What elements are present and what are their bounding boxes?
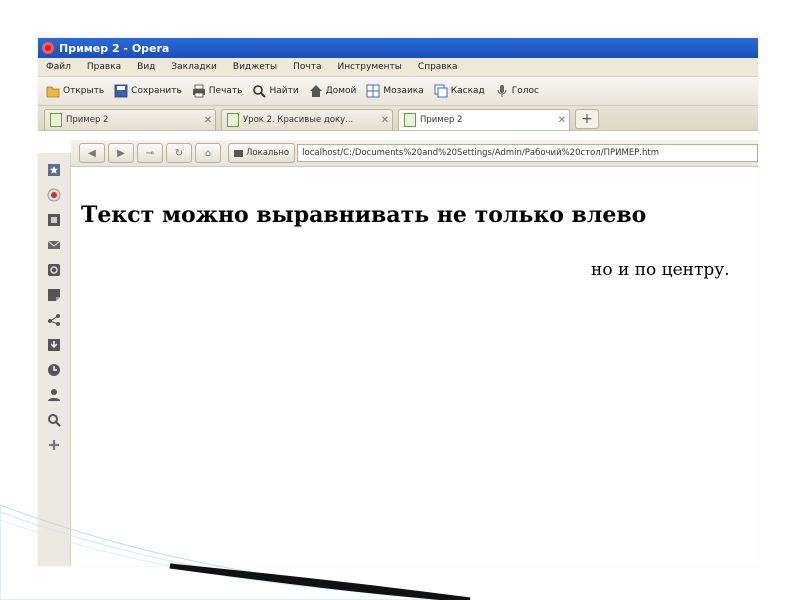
menu-bookmarks[interactable]: Закладки [171,62,217,72]
close-icon[interactable]: ✕ [201,115,215,126]
menu-view[interactable]: Вид [137,62,155,72]
cascade-icon [434,84,448,98]
tab-bar: Пример 2 ✕ Урок 2. Красивые доку... ✕ Пр… [38,106,758,131]
local-badge[interactable]: Локально [228,143,296,163]
settings-icon[interactable] [47,263,61,277]
tab-example-2-first[interactable]: Пример 2 ✕ [44,109,216,130]
close-icon[interactable]: ✕ [378,115,392,126]
menu-tools[interactable]: Инструменты [338,62,402,72]
opera-logo-icon [42,42,54,54]
page-icon [227,113,239,127]
new-tab-button[interactable]: + [575,109,599,129]
widgets-icon[interactable] [47,188,61,202]
cascade-button[interactable]: Каскад [434,84,485,98]
menu-edit[interactable]: Правка [87,62,121,72]
menu-widgets[interactable]: Виджеты [233,62,277,72]
menu-mail[interactable]: Почта [293,62,321,72]
notes-panel-icon[interactable] [47,288,61,302]
save-button[interactable]: Сохранить [114,84,182,98]
centered-text: но и по центру. [591,260,730,280]
key-icon[interactable]: ⊸ [137,143,163,163]
print-icon [192,84,205,98]
bookmarks-icon[interactable] [47,163,61,177]
home-button[interactable]: Домой [309,84,356,98]
links-icon[interactable] [47,313,61,327]
url-field[interactable]: localhost/C:/Documents%20and%20Settings/… [297,144,758,162]
menu-file[interactable]: Файл [46,62,71,72]
page-icon [50,113,62,127]
find-button[interactable]: Найти [252,84,299,98]
decorative-swoosh [0,504,471,600]
home-icon [309,85,322,97]
menu-help[interactable]: Справка [418,62,458,72]
address-bar: ◀ ▶ ⊸ ↻ ⌂ Локально localhost/C:/Document… [71,140,758,167]
open-button[interactable]: Открыть [46,84,104,98]
save-icon [114,84,128,98]
monitor-icon [234,149,243,157]
microphone-icon [497,85,507,97]
page-heading: Текст можно выравнивать не только влево [81,202,647,228]
contacts-icon[interactable] [47,388,61,402]
menu-bar: Файл Правка Вид Закладки Виджеты Почта И… [38,58,758,77]
reload-button[interactable]: ↻ [166,143,192,163]
voice-button[interactable]: Голос [495,84,539,98]
notes-icon[interactable] [47,213,61,227]
main-toolbar: Открыть Сохранить Печать Найти Домой Моз… [38,77,758,106]
search-icon [253,85,267,98]
search-icon[interactable] [47,413,61,427]
title-bar: Пример 2 - Opera [38,38,758,58]
downloads-icon[interactable] [47,338,61,352]
forward-button[interactable]: ▶ [108,143,134,163]
folder-icon [46,86,60,98]
tab-example-2-active[interactable]: Пример 2 ✕ [398,109,570,130]
back-button[interactable]: ◀ [79,143,105,163]
print-button[interactable]: Печать [192,84,242,98]
home-nav-button[interactable]: ⌂ [195,143,221,163]
history-icon[interactable] [47,363,61,377]
tile-button[interactable]: Мозаика [366,84,424,98]
add-panel-icon[interactable] [47,438,61,452]
close-icon[interactable]: ✕ [555,115,569,126]
tab-lesson-2[interactable]: Урок 2. Красивые доку... ✕ [221,109,393,130]
tile-icon [366,84,380,98]
page-icon [404,113,416,127]
window-title: Пример 2 - Opera [59,41,170,55]
mail-icon[interactable] [47,238,61,252]
